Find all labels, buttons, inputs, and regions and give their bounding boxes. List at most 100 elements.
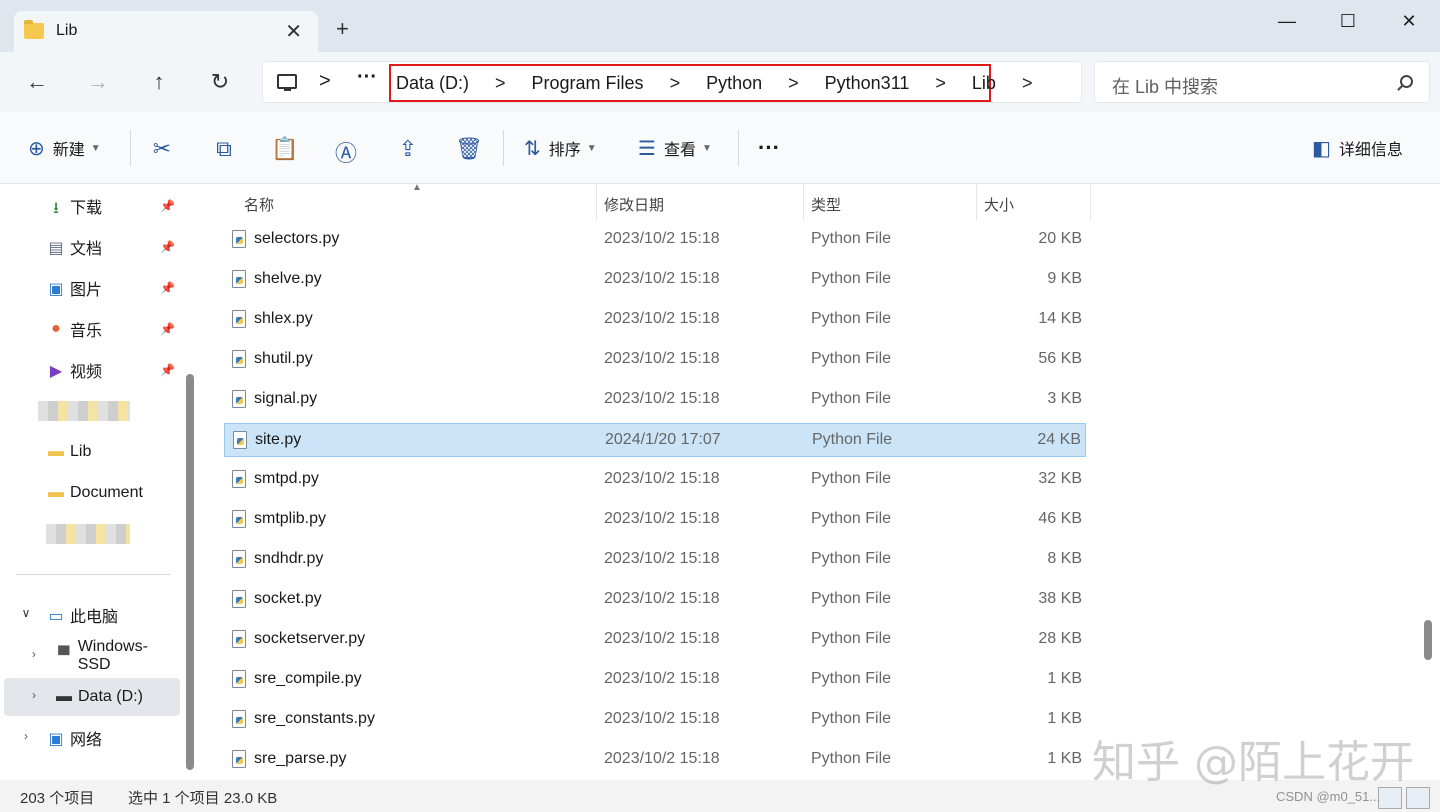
sidebar-item-label: 音乐	[70, 323, 103, 340]
file-type: Python File	[811, 470, 892, 487]
more-path-button[interactable]: ···	[357, 66, 377, 89]
paste-icon[interactable]: 📋	[271, 136, 299, 162]
column-divider[interactable]	[1090, 184, 1091, 220]
column-header-date[interactable]: 修改日期	[604, 194, 664, 215]
chevron-right-icon[interactable]: ›	[16, 729, 36, 747]
table-row[interactable]: smtpd.py 2023/10/2 15:18 Python File 32 KB	[224, 463, 1086, 497]
table-row[interactable]: sre_compile.py 2023/10/2 15:18 Python File…	[224, 663, 1086, 697]
sort-button[interactable]: ⇅ 排序 ▼	[524, 134, 597, 162]
divider	[503, 130, 504, 166]
sidebar-item-network[interactable]: › ▣ 网络	[0, 719, 180, 757]
view-button[interactable]: ☰ 查看 ▼	[638, 134, 712, 162]
up-button[interactable]: ↑	[144, 68, 174, 98]
breadcrumb-lib[interactable]: Lib	[972, 73, 996, 94]
sidebar-item-blurred[interactable]	[0, 515, 180, 553]
tiles-view-toggle[interactable]	[1406, 787, 1430, 809]
breadcrumb-python311[interactable]: Python311	[825, 73, 910, 94]
file-size: 24 KB	[1037, 431, 1081, 448]
pin-icon[interactable]: 📌	[160, 281, 175, 295]
table-row[interactable]: shutil.py 2023/10/2 15:18 Python File 56 KB	[224, 343, 1086, 377]
breadcrumb-program-files[interactable]: Program Files	[532, 73, 644, 94]
new-tab-button[interactable]: +	[336, 16, 349, 42]
sidebar-item-this-pc[interactable]: ∨ ▭ 此电脑	[0, 596, 180, 634]
file-date: 2023/10/2 15:18	[604, 630, 720, 647]
details-view-toggle[interactable]	[1378, 787, 1402, 809]
breadcrumb-python[interactable]: Python	[706, 73, 762, 94]
chevron-right-icon[interactable]: >	[788, 73, 799, 94]
selection-info: 选中 1 个项目 23.0 KB	[128, 790, 278, 807]
sidebar-item-videos[interactable]: ▶ 视频 📌	[0, 351, 180, 389]
breadcrumb-data-d[interactable]: Data (D:)	[396, 73, 469, 94]
sidebar-item-data-d[interactable]: › ▬ Data (D:)	[4, 678, 180, 716]
minimize-button[interactable]: —	[1264, 8, 1310, 34]
chevron-right-icon[interactable]: >	[495, 73, 506, 94]
file-name: selectors.py	[254, 230, 340, 247]
more-options-button[interactable]: ···	[758, 134, 780, 162]
back-button[interactable]: ←	[22, 68, 52, 98]
drive-icon: ▬	[56, 688, 72, 705]
sidebar-item-blurred[interactable]	[0, 392, 180, 430]
chevron-right-icon[interactable]: >	[670, 73, 681, 94]
search-input[interactable]: 在 Lib 中搜索	[1112, 73, 1218, 99]
table-row[interactable]: smtplib.py 2023/10/2 15:18 Python File 46 K…	[224, 503, 1086, 537]
sidebar-item-lib[interactable]: ▬ Lib	[0, 433, 180, 471]
pin-icon[interactable]: 📌	[160, 363, 175, 377]
refresh-button[interactable]: ↻	[205, 68, 235, 98]
pin-icon[interactable]: 📌	[160, 199, 175, 213]
file-type: Python File	[811, 550, 892, 567]
new-button[interactable]: ⊕ 新建 ▼	[28, 134, 101, 162]
sidebar-item-pictures[interactable]: ▣ 图片 📌	[0, 269, 180, 307]
tab-lib[interactable]: Lib ✕	[14, 11, 318, 52]
column-divider[interactable]	[596, 184, 597, 220]
search-icon[interactable]	[1400, 75, 1413, 88]
chevron-right-icon[interactable]: ›	[24, 647, 44, 665]
sidebar-item-documents[interactable]: ▤ 文档 📌	[0, 228, 180, 266]
table-row[interactable]: sre_constants.py 2023/10/2 15:18 Python Fi…	[224, 703, 1086, 737]
rename-icon[interactable]: Ⓐ	[332, 136, 360, 168]
table-row[interactable]: selectors.py 2023/10/2 15:18 Python File 20…	[224, 223, 1086, 257]
chevron-right-icon[interactable]: >	[319, 70, 331, 93]
close-tab-icon[interactable]: ✕	[285, 19, 302, 44]
table-row[interactable]: signal.py 2023/10/2 15:18 Python File 3 KB	[224, 383, 1086, 417]
close-window-button[interactable]: ✕	[1386, 8, 1432, 34]
table-row[interactable]: site.py 2024/1/20 17:07 Python File 24 KB	[224, 423, 1086, 457]
sidebar-item-document[interactable]: ▬ Document	[0, 474, 180, 512]
column-divider[interactable]	[976, 184, 977, 220]
column-header-type[interactable]: 类型	[811, 194, 841, 215]
column-header-size[interactable]: 大小	[984, 194, 1014, 215]
chevron-down-icon[interactable]: ∨	[16, 606, 36, 624]
search-box[interactable]: 在 Lib 中搜索	[1094, 61, 1430, 103]
file-type: Python File	[811, 390, 892, 407]
forward-button[interactable]: →	[83, 68, 113, 98]
sidebar-item-music[interactable]: ● 音乐 📌	[0, 310, 180, 348]
file-date: 2023/10/2 15:18	[604, 750, 720, 767]
computer-icon[interactable]	[277, 74, 297, 91]
file-list-scrollbar[interactable]	[1424, 620, 1432, 660]
table-row[interactable]: sre_parse.py 2023/10/2 15:18 Python File 1 …	[224, 743, 1086, 777]
maximize-button[interactable]: ☐	[1325, 8, 1371, 34]
music-icon: ●	[51, 320, 61, 337]
share-icon[interactable]: ⇪	[394, 136, 422, 162]
sidebar-item-windows-ssd[interactable]: › ▀ Windows-SSD	[0, 637, 180, 675]
pin-icon[interactable]: 📌	[160, 240, 175, 254]
python-file-icon	[232, 670, 246, 688]
address-bar[interactable]: > ··· Data (D:) > Program Files > Python…	[262, 61, 1082, 103]
column-divider[interactable]	[803, 184, 804, 220]
copy-icon[interactable]: ⧉	[210, 136, 238, 162]
chevron-right-icon[interactable]: ›	[24, 688, 44, 706]
table-row[interactable]: shelve.py 2023/10/2 15:18 Python File 9 KB	[224, 263, 1086, 297]
pin-icon[interactable]: 📌	[160, 322, 175, 336]
table-row[interactable]: shlex.py 2023/10/2 15:18 Python File 14 KB	[224, 303, 1086, 337]
table-row[interactable]: socketserver.py 2023/10/2 15:18 Python Fil…	[224, 623, 1086, 657]
cut-icon[interactable]: ✂	[148, 136, 176, 162]
sidebar-scrollbar[interactable]	[186, 374, 194, 770]
column-header-name[interactable]: 名称	[244, 194, 274, 215]
sidebar-item-downloads[interactable]: ⭳ 下载 📌	[0, 187, 180, 225]
delete-icon[interactable]: 🗑	[455, 136, 483, 162]
table-row[interactable]: sndhdr.py 2023/10/2 15:18 Python File 8 KB	[224, 543, 1086, 577]
details-pane-button[interactable]: ◧ 详细信息	[1312, 134, 1403, 162]
file-type: Python File	[811, 310, 892, 327]
chevron-right-icon[interactable]: >	[935, 73, 946, 94]
chevron-right-icon[interactable]: >	[1022, 73, 1033, 94]
table-row[interactable]: socket.py 2023/10/2 15:18 Python File 38 KB	[224, 583, 1086, 617]
